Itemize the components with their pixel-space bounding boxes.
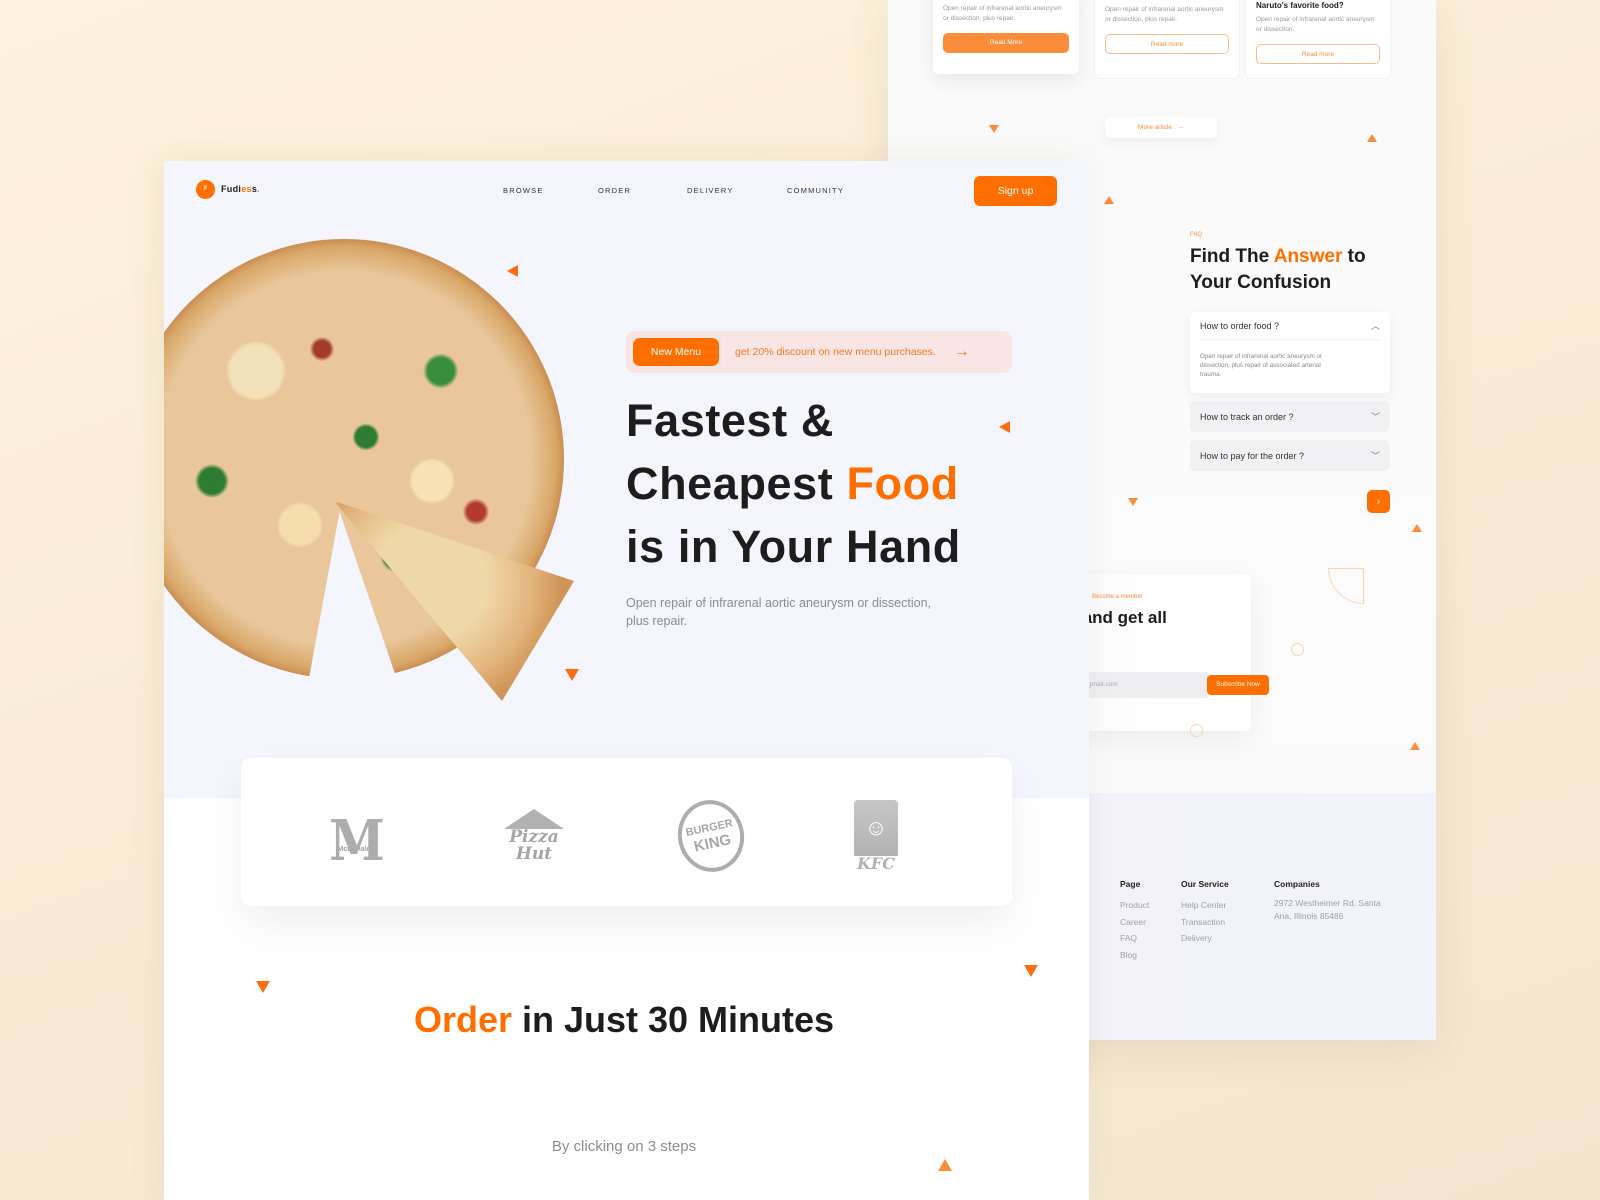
triangle-decoration-icon xyxy=(256,981,270,993)
triangle-decoration-icon xyxy=(938,1159,952,1171)
kfc-logo: ☺ KFC xyxy=(841,798,911,873)
chevron-down-icon[interactable]: ﹀ xyxy=(1371,449,1380,462)
promo-banner[interactable]: New Menu get 20% discount on new menu pu… xyxy=(626,331,1012,373)
footer-link-faq[interactable]: FAQ xyxy=(1120,930,1149,947)
pizza-hut-logo: Pizza Hut xyxy=(499,798,569,873)
logo-dot: . xyxy=(257,184,260,194)
faq-question-row[interactable]: How to order food ? ︿ xyxy=(1200,312,1380,340)
pizza-hut-roof-icon xyxy=(504,808,564,829)
burger-king-logo: BURGER KING xyxy=(671,793,751,878)
triangle-decoration-icon xyxy=(1367,134,1377,142)
logo-icon[interactable]: F xyxy=(196,180,215,199)
article-card: Open repair of infrarenal aortic aneurys… xyxy=(933,0,1079,74)
read-more-button[interactable]: Read more xyxy=(1256,44,1380,64)
faq-answer: Open repair of infrarenal aortic aneurys… xyxy=(1200,353,1323,378)
more-article-button[interactable]: More article → xyxy=(1105,117,1217,138)
nav-delivery[interactable]: DELIVERY xyxy=(687,186,734,195)
footer-link-blog[interactable]: Blog xyxy=(1120,947,1149,964)
hero-title: Fastest & Cheapest Food is in Your Hand xyxy=(626,389,1026,578)
arrow-right-icon[interactable]: → xyxy=(954,343,970,361)
faq-next-button[interactable]: › xyxy=(1367,490,1390,513)
logo-text-accent: es xyxy=(241,184,252,194)
footer-heading: Our Service xyxy=(1181,879,1229,889)
partner-brands-card: M McDonald's Pizza Hut BURGER KING ☺ KFC xyxy=(241,758,1012,906)
hero-title-line: Fastest & xyxy=(626,395,834,446)
section-title-part: in Just 30 Minutes xyxy=(511,999,835,1040)
article-text: Open repair of infrarenal aortic aneurys… xyxy=(943,5,1062,22)
nav-browse[interactable]: BROWSE xyxy=(503,186,544,195)
chevron-up-icon[interactable]: ︿ xyxy=(1371,319,1380,332)
triangle-decoration-icon xyxy=(989,125,999,133)
faq-item[interactable]: How to track an order ? ﹀ xyxy=(1190,401,1390,432)
footer-heading: Page xyxy=(1120,879,1141,889)
colonel-face-icon: ☺ xyxy=(854,799,898,856)
footer-link-help-center[interactable]: Help Center xyxy=(1181,897,1229,914)
hero-title-part: Cheapest xyxy=(626,458,847,509)
triangle-decoration-icon xyxy=(1410,742,1420,750)
nav-order[interactable]: ORDER xyxy=(598,186,631,195)
hero-subtitle: Open repair of infrarenal aortic aneurys… xyxy=(626,596,932,628)
faq-item[interactable]: How to pay for the order ? ﹀ xyxy=(1190,440,1390,471)
decoration-circle xyxy=(1190,724,1203,737)
email-input[interactable] xyxy=(1086,672,1208,698)
read-more-button[interactable]: Read more xyxy=(1105,34,1229,54)
faq-item-expanded[interactable]: How to order food ? ︿ Open repair of inf… xyxy=(1190,312,1390,393)
arrow-right-icon: → xyxy=(1173,124,1184,131)
logo-text[interactable]: Fudiess. xyxy=(221,184,260,194)
mcdonalds-arches-icon: M xyxy=(329,808,385,874)
article-card: Open repair of infrarenal aortic aneurys… xyxy=(1094,0,1240,79)
company-address: 2972 Westheimer Rd. Santa Ana, Illinois … xyxy=(1274,898,1381,921)
new-menu-badge[interactable]: New Menu xyxy=(633,338,719,366)
read-more-button[interactable]: Read More xyxy=(943,33,1069,53)
article-title: Naruto's favorite food? xyxy=(1256,1,1344,10)
article-text: Open repair of infrarenal aortic aneurys… xyxy=(1256,16,1375,33)
footer-column-service: Our Service Help Center Transaction Deli… xyxy=(1181,879,1229,947)
footer-column-page: Page Product Career FAQ Blog xyxy=(1120,879,1149,964)
section-title-accent: Order xyxy=(413,999,512,1040)
decoration-shape xyxy=(1328,568,1364,604)
chevron-right-icon: › xyxy=(1377,496,1380,506)
triangle-decoration-icon xyxy=(1024,965,1038,977)
section-title: Order in Just 30 Minutes xyxy=(394,993,854,1047)
promo-text: get 20% discount on new menu purchases. xyxy=(735,346,936,358)
faq-label: FAQ xyxy=(1190,232,1203,238)
article-text: Open repair of infrarenal aortic aneurys… xyxy=(1105,6,1224,23)
hero-title-line: Cheapest Food xyxy=(626,452,1026,515)
logo-text-part: Fudi xyxy=(221,184,242,194)
signup-button[interactable]: Sign up xyxy=(974,176,1057,206)
faq-title-accent: Answer xyxy=(1273,246,1343,267)
section-subtitle: By clicking on 3 steps xyxy=(551,1138,697,1155)
footer-heading: Companies xyxy=(1274,879,1320,889)
burger-king-ring-icon: BURGER KING xyxy=(671,793,751,878)
faq-title-part: Find The xyxy=(1190,246,1274,267)
triangle-decoration-icon xyxy=(507,265,518,277)
decoration-circle xyxy=(1291,643,1304,656)
landing-page: F Fudiess. BROWSE ORDER DELIVERY COMMUNI… xyxy=(164,161,1089,1200)
triangle-decoration-icon xyxy=(1412,524,1422,532)
brand-name: Hut xyxy=(515,843,553,864)
hero-title-line: is in Your Hand xyxy=(626,521,961,572)
footer-column-companies: Companies 2972 Westheimer Rd. Santa Ana,… xyxy=(1274,879,1384,923)
footer-link-transaction[interactable]: Transaction xyxy=(1181,914,1229,931)
subscribe-button[interactable]: Subscribe Now xyxy=(1207,675,1269,695)
faq-question: How to pay for the order ? xyxy=(1200,450,1305,461)
mcdonalds-logo: M McDonald's xyxy=(317,798,397,873)
triangle-decoration-icon xyxy=(565,669,579,681)
footer-link-career[interactable]: Career xyxy=(1120,914,1149,931)
hero-title-accent: Food xyxy=(846,458,959,509)
faq-question: How to track an order ? xyxy=(1200,411,1294,422)
footer-link-delivery[interactable]: Delivery xyxy=(1181,930,1229,947)
brand-name: Pizza xyxy=(509,826,559,847)
footer-link-product[interactable]: Product xyxy=(1120,897,1149,914)
faq-question: How to order food ? xyxy=(1200,320,1280,331)
brand-name: KFC xyxy=(857,853,895,873)
nav-community[interactable]: COMMUNITY xyxy=(787,186,844,195)
member-label: Become a member xyxy=(1092,594,1143,600)
faq-title: Find The Answer to Your Confusion xyxy=(1190,244,1400,296)
chevron-down-icon[interactable]: ﹀ xyxy=(1371,410,1380,423)
triangle-decoration-icon xyxy=(1128,498,1138,506)
article-card: Naruto's favorite food? Open repair of i… xyxy=(1245,0,1391,79)
triangle-decoration-icon xyxy=(1104,196,1114,204)
more-article-label: More article xyxy=(1138,124,1173,131)
